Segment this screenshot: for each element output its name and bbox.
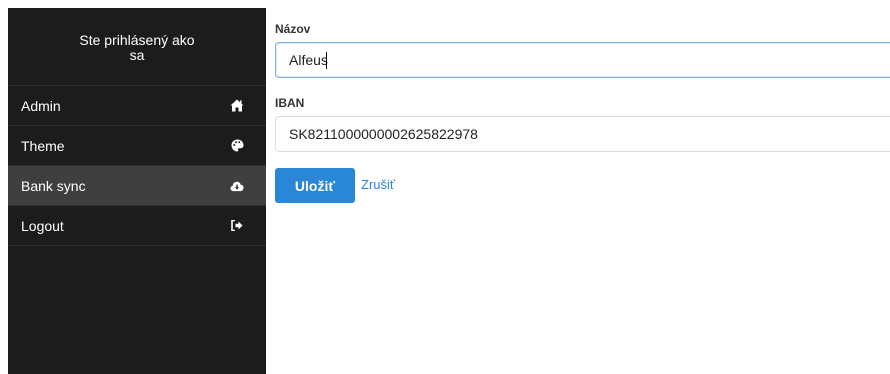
sidebar-item-theme[interactable]: Theme [8,126,266,166]
save-button[interactable]: Uložiť [275,168,355,203]
sidebar-item-label: Theme [21,137,65,154]
name-input[interactable]: Alfeus [275,42,890,78]
app-root: Ste prihlásený ako sa Admin Theme Bank s… [0,0,890,374]
home-icon [230,99,244,113]
sidebar-item-admin[interactable]: Admin [8,86,266,126]
iban-label: IBAN [275,96,305,110]
bank-account-form: Názov Alfeus IBAN SK82110000000026258229… [275,0,890,374]
sidebar-item-label: Bank sync [21,177,86,194]
login-status-line2: sa [129,46,145,63]
sign-out-icon [230,219,244,233]
text-caret [325,51,327,69]
cancel-link[interactable]: Zrušiť [361,177,395,192]
iban-input[interactable]: SK8211000000002625822978 [275,116,890,152]
login-status-line1: Ste prihlásený ako [79,31,195,48]
name-label: Názov [275,22,311,36]
name-input-value: Alfeus [289,52,328,68]
sidebar-item-bank-sync[interactable]: Bank sync [8,166,266,206]
sidebar-item-logout[interactable]: Logout [8,206,266,246]
sidebar-item-label: Logout [21,217,64,234]
iban-input-value: SK8211000000002625822978 [289,126,478,142]
palette-icon [230,139,244,153]
login-status: Ste prihlásený ako sa [8,8,266,86]
sidebar: Ste prihlásený ako sa Admin Theme Bank s… [8,8,266,374]
cloud-download-icon [230,179,244,193]
sidebar-item-label: Admin [21,97,61,114]
